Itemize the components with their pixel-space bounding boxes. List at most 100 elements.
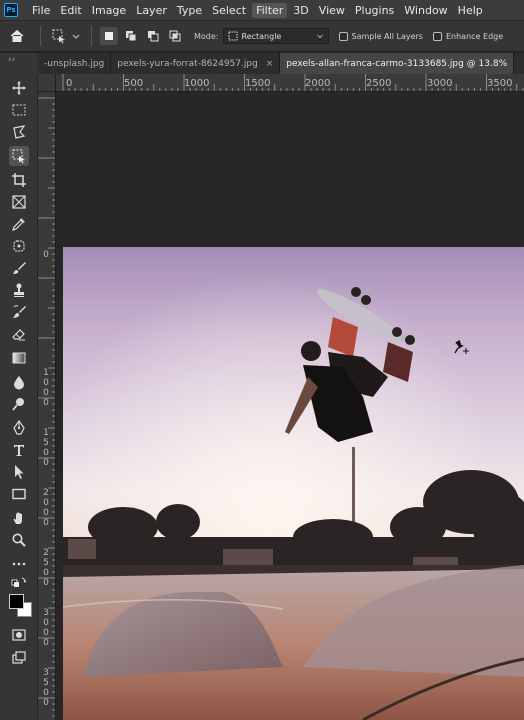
brush-tool[interactable] (9, 258, 29, 278)
dodge-tool[interactable] (9, 394, 29, 414)
menu-image[interactable]: Image (88, 3, 130, 18)
foreground-color-swatch[interactable] (9, 594, 24, 609)
ruler-label: 2500 (43, 548, 49, 588)
frame-icon (12, 195, 26, 209)
menu-3d[interactable]: 3D (289, 3, 312, 18)
type-tool[interactable] (9, 440, 29, 460)
ruler-horizontal[interactable]: 0 500 1000 1500 2000 2500 3000 3500 (56, 74, 524, 92)
eyedropper-tool[interactable] (9, 214, 29, 234)
history-brush-icon (13, 305, 26, 318)
object-selection-tool[interactable] (9, 146, 29, 166)
frame-tool[interactable] (9, 192, 29, 212)
new-selection-button[interactable] (100, 27, 118, 45)
blur-tool[interactable] (9, 372, 29, 392)
intersect-selection-button[interactable] (166, 27, 184, 45)
skatepark-photo (63, 247, 524, 720)
crop-tool[interactable] (9, 170, 29, 190)
menu-view[interactable]: View (315, 3, 349, 18)
ruler-label: 2500 (366, 78, 392, 89)
swap-colors-button[interactable] (9, 574, 29, 594)
zoom-tool[interactable] (9, 530, 29, 550)
sample-all-layers-checkbox[interactable]: Sample All Layers (338, 31, 423, 41)
rectangle-tool[interactable] (9, 484, 29, 504)
healing-brush-tool[interactable] (9, 236, 29, 256)
ruler-corner (38, 74, 56, 92)
menu-select[interactable]: Select (208, 3, 250, 18)
ruler-vertical[interactable]: 0 1000 1500 2000 2500 3000 3500 (38, 92, 56, 720)
home-icon (10, 29, 24, 42)
clone-stamp-tool[interactable] (9, 280, 29, 300)
tab-pexels-allan-franca-carmo[interactable]: pexels-allan-franca-carmo-3133685.jpg @ … (280, 53, 515, 74)
menu-filter[interactable]: Filter (252, 2, 288, 18)
tab-unsplash[interactable]: -unsplash.jpg (38, 53, 112, 74)
ruler-label: 0 (66, 78, 73, 89)
type-icon (14, 445, 24, 456)
checkbox-box (338, 31, 348, 41)
ruler-label: 1000 (43, 368, 49, 408)
gradient-icon (12, 352, 26, 364)
home-button[interactable] (0, 21, 34, 51)
edit-toolbar-button[interactable] (9, 554, 29, 574)
object-selection-icon (52, 29, 65, 44)
eraser-icon (12, 329, 25, 341)
swap-colors-icon (11, 577, 27, 587)
marquee-tool[interactable] (9, 100, 29, 120)
new-selection-icon (105, 32, 113, 40)
intersect-selection-icon (169, 30, 181, 42)
healing-icon (13, 240, 25, 252)
ruler-label: 1500 (43, 428, 49, 468)
menu-window[interactable]: Window (400, 3, 451, 18)
crop-icon (12, 173, 26, 187)
ruler-label: 3500 (487, 78, 513, 89)
tab-label: -unsplash.jpg (44, 58, 105, 69)
menu-type[interactable]: Type (173, 3, 206, 18)
tab-pexels-yura-forrat[interactable]: pexels-yura-forrat-8624957.jpg × (111, 53, 281, 74)
menu-file[interactable]: File (28, 3, 54, 18)
path-selection-tool[interactable] (9, 462, 29, 482)
tool-preset-picker[interactable] (47, 28, 85, 44)
foreground-background-colors[interactable] (9, 594, 35, 620)
screen-mode-icon (12, 651, 26, 664)
mode-select-value: Rectangle (241, 31, 282, 41)
menu-help[interactable]: Help (454, 3, 487, 18)
options-bar: Mode: Rectangle Sample All Layers Enhanc… (0, 20, 524, 52)
close-icon[interactable]: × (266, 59, 274, 69)
options-separator (91, 26, 92, 46)
subtract-from-selection-button[interactable] (144, 27, 162, 45)
zoom-icon (12, 533, 26, 547)
add-to-selection-button[interactable] (122, 27, 140, 45)
move-tool[interactable] (9, 78, 29, 98)
menu-layer[interactable]: Layer (132, 3, 171, 18)
path-selection-icon (15, 465, 24, 479)
rectangle-icon (12, 488, 26, 500)
options-separator (40, 26, 41, 46)
ruler-label: 3000 (43, 608, 49, 648)
pen-tool[interactable] (9, 418, 29, 438)
tools-panel (0, 74, 38, 720)
add-selection-icon (126, 31, 137, 42)
enhance-edge-checkbox[interactable]: Enhance Edge (432, 31, 503, 41)
rectangle-marquee-icon (228, 31, 237, 41)
more-tools-icon (12, 562, 26, 566)
history-brush-tool[interactable] (9, 302, 29, 322)
mode-select[interactable]: Rectangle (222, 28, 329, 44)
ruler-label: 1000 (184, 78, 210, 89)
hand-tool[interactable] (9, 508, 29, 528)
photoshop-logo: Ps (4, 3, 18, 17)
menu-plugins[interactable]: Plugins (351, 3, 398, 18)
ruler-label: 3000 (427, 78, 453, 89)
clone-stamp-icon (14, 283, 24, 297)
document-image[interactable] (63, 247, 524, 720)
eraser-tool[interactable] (9, 324, 29, 344)
blur-icon (14, 376, 24, 390)
menu-edit[interactable]: Edit (56, 3, 85, 18)
screen-mode-button[interactable] (9, 648, 29, 668)
panel-grip[interactable]: ›› (0, 53, 38, 74)
sample-all-layers-label: Sample All Layers (351, 31, 423, 41)
ruler-label: 0 (43, 250, 49, 260)
ruler-label: 3500 (43, 668, 49, 708)
quick-mask-button[interactable] (9, 625, 29, 645)
ruler-label: 2000 (305, 78, 331, 89)
lasso-tool[interactable] (9, 122, 29, 142)
gradient-tool[interactable] (9, 348, 29, 368)
